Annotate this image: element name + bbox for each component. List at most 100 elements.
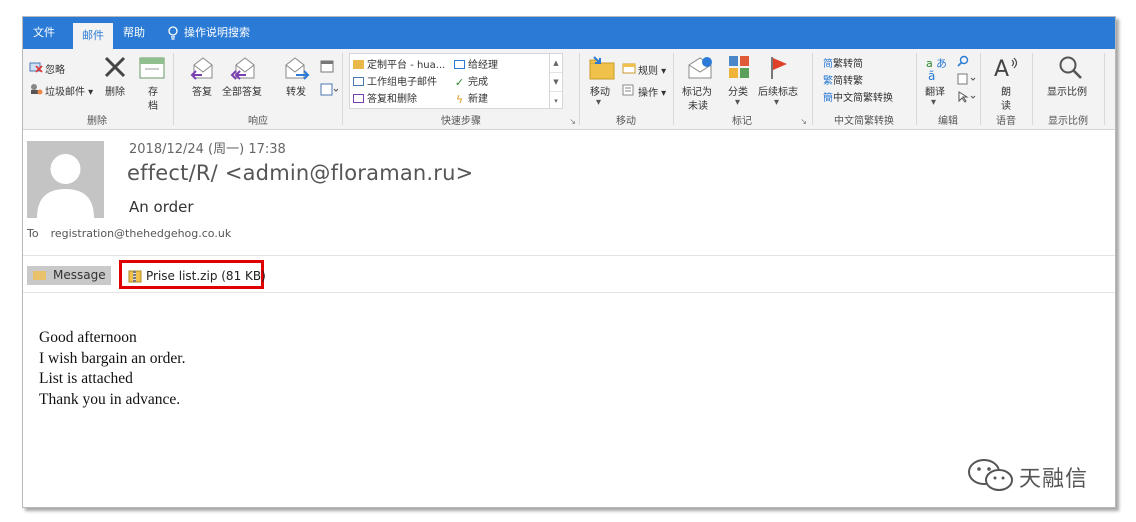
message-sender[interactable]: effect/R/ <admin@floraman.ru> (127, 161, 473, 185)
read-aloud-button-line1[interactable]: 朗 (1001, 83, 1011, 98)
translate-dropdown-icon[interactable]: ▾ (931, 97, 936, 108)
chinese-group-label: 中文简繁转换 (834, 116, 894, 127)
categorize-button[interactable]: 分类 (728, 83, 748, 98)
quickstep-item[interactable]: 给经理 (454, 56, 498, 71)
tell-me-label: 操作说明搜索 (184, 26, 250, 39)
categorize-dropdown-icon[interactable]: ▾ (735, 97, 740, 108)
actions-button[interactable]: 操作 ▾ (638, 84, 666, 99)
meeting-icon[interactable] (320, 59, 334, 73)
quickstep-label: 定制平台 - hua... (367, 60, 446, 71)
delete-button[interactable]: 删除 (105, 83, 125, 98)
select-icon[interactable] (957, 91, 977, 103)
convert-icon: 簡 (823, 93, 833, 104)
editing-group: a あ ã 翻译 ▾ 编辑 (917, 49, 979, 129)
watermark-text: 天融信 (1019, 467, 1089, 492)
group-divider (1104, 53, 1105, 125)
quicksteps-scrollbar[interactable]: ▲ ▼ ▾ (549, 54, 562, 108)
quickstep-label: 新建 (468, 94, 488, 105)
quickstep-label: 工作组电子邮件 (367, 77, 437, 88)
quickstep-item[interactable]: ϟ 新建 (454, 90, 488, 105)
quickstep-item[interactable]: 工作组电子邮件 (353, 73, 437, 88)
delete-x-icon (104, 56, 126, 78)
move-dropdown-icon[interactable]: ▾ (596, 97, 601, 108)
avatar (27, 141, 104, 218)
follow-up-flag-icon (771, 57, 787, 79)
forward-manager-icon (454, 60, 465, 69)
zoom-button[interactable]: 显示比例 (1047, 83, 1087, 98)
lightbulb-icon (168, 26, 178, 40)
move-folder-icon (589, 56, 615, 80)
message-subject: An order (129, 198, 194, 216)
attachment-item[interactable]: Prise list.zip (81 KB) (119, 260, 266, 289)
to-simplified-button[interactable]: 简繁转简 (823, 55, 863, 70)
junk-button[interactable]: 垃圾邮件 ▾ (45, 83, 93, 98)
follow-up-button[interactable]: 后续标志 (758, 83, 798, 98)
translate-icon: a あ ã (926, 57, 947, 81)
message-tab[interactable]: Message (27, 266, 111, 285)
simplified-icon: 简 (823, 59, 833, 70)
zoom-group-label: 显示比例 (1048, 116, 1088, 127)
rules-icon (622, 63, 636, 74)
archive-button-line1[interactable]: 存 (148, 83, 158, 98)
translate-button[interactable]: 翻译 (925, 83, 945, 98)
find-icon[interactable] (957, 55, 969, 67)
categorize-icon (729, 56, 749, 78)
tab-help[interactable]: 帮助 (121, 17, 147, 49)
quickstep-item[interactable]: 定制平台 - hua... (353, 56, 445, 71)
menu-bar: 文件 邮件 帮助 操作说明搜索 (23, 17, 1115, 49)
junk-icon (31, 84, 43, 95)
to-label: To (27, 227, 39, 240)
follow-up-dropdown-icon[interactable]: ▾ (774, 97, 779, 108)
scroll-down-icon[interactable]: ▼ (550, 73, 562, 92)
message-date: 2018/12/24 (周一) 17:38 (129, 142, 286, 157)
tell-me-search[interactable]: 操作说明搜索 (167, 17, 250, 49)
archive-icon (139, 57, 165, 79)
body-line: List is attached (39, 370, 133, 387)
to-traditional-button[interactable]: 繁简转繁 (823, 72, 863, 87)
body-line: Thank you in advance. (39, 390, 181, 408)
archive-button-line2[interactable]: 档 (148, 97, 158, 112)
tab-file[interactable]: 文件 (31, 17, 57, 49)
envelope-icon (33, 271, 46, 280)
reply-icon (190, 57, 213, 80)
related-icon[interactable] (957, 73, 977, 85)
zip-file-icon (128, 270, 142, 283)
wechat-icon (968, 459, 1013, 491)
rules-button[interactable]: 规则 ▾ (638, 62, 666, 77)
recipient-address[interactable]: registration@thehedgehog.co.uk (51, 227, 232, 240)
person-placeholder-icon (27, 141, 104, 218)
mark-unread-icon (688, 57, 712, 79)
read-aloud-icon: A (994, 57, 1018, 79)
more-respond-icon[interactable] (320, 83, 338, 97)
ignore-button[interactable]: 忽略 (45, 61, 65, 76)
expand-gallery-icon[interactable]: ▾ (550, 92, 562, 110)
body-line: Good afternoon (39, 329, 137, 346)
junk-label: 垃圾邮件 (45, 87, 85, 98)
quickstep-item[interactable]: ✓ 完成 (454, 73, 488, 88)
zoom-group: 显示比例 显示比例 (1033, 49, 1103, 129)
quickstep-label: 答复和删除 (367, 94, 417, 105)
checkmark-icon: ✓ (454, 76, 465, 89)
reply-button[interactable]: 答复 (192, 83, 212, 98)
tab-mail[interactable]: 邮件 (73, 23, 113, 49)
forward-button[interactable]: 转发 (286, 83, 306, 98)
to-traditional-label: 简转繁 (833, 76, 863, 87)
respond-group: 答复 全部答复 转发 响应 (174, 49, 342, 129)
chinese-convert-button[interactable]: 簡中文简繁转换 (823, 89, 893, 104)
zoom-icon (1059, 56, 1082, 79)
scroll-up-icon[interactable]: ▲ (550, 54, 562, 73)
rules-label: 规则 (638, 66, 658, 77)
move-button[interactable]: 移动 (590, 83, 610, 98)
svg-text:ã: ã (928, 69, 935, 81)
move-group: 移动 ▾ 规则 ▾ 操作 ▾ 移动 (580, 49, 672, 129)
chinese-convert-label: 中文简繁转换 (833, 93, 893, 104)
quickstep-item[interactable]: 答复和删除 (353, 90, 417, 105)
forward-icon (285, 57, 310, 80)
quickstep-label: 给经理 (468, 60, 498, 71)
mark-unread-button-line2[interactable]: 未读 (688, 97, 708, 112)
reply-all-button[interactable]: 全部答复 (222, 83, 262, 98)
mark-unread-button-line1[interactable]: 标记为 (682, 83, 712, 98)
quicksteps-group: 定制平台 - hua... 工作组电子邮件 答复和删除 给经理 ✓ 完成 ϟ 新建 (343, 49, 579, 129)
read-aloud-button-line2[interactable]: 读 (1001, 97, 1011, 112)
body-line: I wish bargain an order. (39, 349, 186, 367)
